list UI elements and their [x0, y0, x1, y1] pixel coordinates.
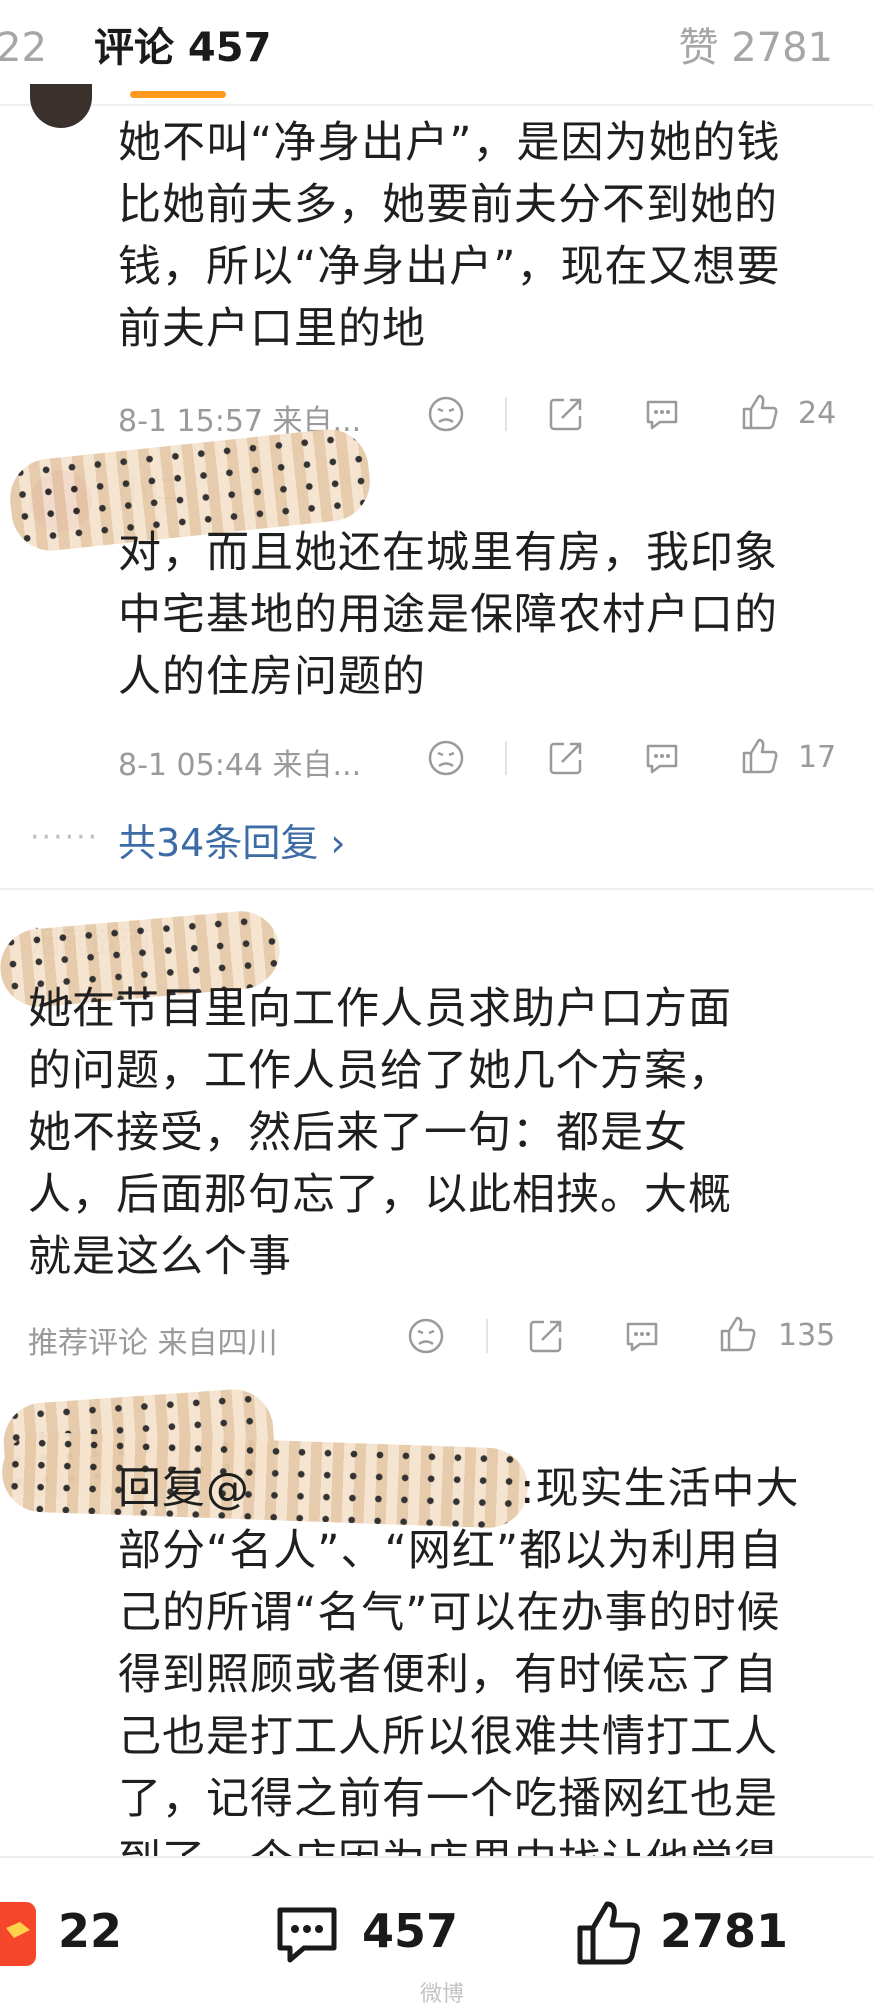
- tab-reposts[interactable]: 22: [0, 22, 47, 74]
- comment-line: 钱，所以“净身出户”，现在又想要: [118, 242, 781, 292]
- avatar[interactable]: [30, 84, 92, 128]
- repost-count: 22: [58, 1904, 123, 1958]
- like-icon[interactable]: [740, 392, 780, 432]
- comment-line: 到了一个店因为店里中找让他觉得: [118, 1830, 858, 1856]
- comment-count: 457: [362, 1904, 459, 1958]
- comment-icon[interactable]: [274, 1902, 340, 1968]
- comment-line: 了，记得之前有一个吃播网红也是: [118, 1774, 778, 1824]
- share-icon[interactable]: [546, 394, 586, 434]
- share-icon[interactable]: [526, 1316, 566, 1356]
- active-tab-indicator: [130, 91, 226, 98]
- dislike-icon[interactable]: [406, 1316, 446, 1356]
- watermark: 微博: [420, 1982, 465, 2007]
- reply-prefix: 回复@: [118, 1464, 250, 1514]
- bottom-action-bar: 22 457 2781 微博: [0, 1856, 873, 2009]
- comment-line: 对，而且她还在城里有房，我印象: [118, 528, 778, 578]
- repost-icon[interactable]: [0, 1898, 38, 1970]
- tab-comments[interactable]: 评论 457: [94, 22, 271, 74]
- comment-text: 对，而且她还在城里有房，我印象 中宅基地的用途是保障农村户口的 人的住房问题的: [118, 522, 858, 708]
- comment-line: 就是这么个事: [28, 1232, 292, 1282]
- comment-line: 人的住房问题的: [118, 652, 426, 702]
- comment-text: 她在节目里向工作人员求助户口方面 的问题，工作人员给了她几个方案， 她不接受，然…: [28, 978, 858, 1288]
- comment-line: 的问题，工作人员给了她几个方案，: [28, 1046, 732, 1096]
- comment-line: 回复@ :现实生活中大: [118, 1458, 858, 1520]
- divider: [486, 1319, 488, 1353]
- like-icon[interactable]: [740, 736, 780, 776]
- comment-line: 比她前夫多，她要前夫分不到她的: [118, 180, 778, 230]
- comment-line: 前夫户口里的地: [118, 304, 426, 354]
- reply-first-line: :现实生活中大: [520, 1464, 800, 1514]
- like-count: 2781: [660, 1904, 789, 1958]
- reply-icon[interactable]: [622, 1316, 662, 1356]
- comment-text: 她不叫“净身出户”，是因为她的钱 比她前夫多，她要前夫分不到她的 钱，所以“净身…: [118, 112, 858, 360]
- section-divider: [0, 888, 873, 890]
- comment-line: 人，后面那句忘了，以此相挟。大概: [28, 1170, 732, 1220]
- comment-line: 得到照顾或者便利，有时候忘了自: [118, 1650, 778, 1700]
- like-count: 135: [778, 1318, 836, 1353]
- like-icon[interactable]: [574, 1898, 644, 1968]
- reply-icon[interactable]: [642, 394, 682, 434]
- comment-tabs: 22 评论 457 赞 2781: [0, 0, 873, 106]
- comment-line: 她不接受，然后来了一句：都是女: [28, 1108, 688, 1158]
- comment-line: 中宅基地的用途是保障农村户口的: [118, 590, 778, 640]
- tab-likes[interactable]: 赞 2781: [678, 22, 833, 74]
- comment-line: 她不叫“净身出户”，是因为她的钱: [118, 118, 781, 168]
- view-replies-link[interactable]: 共34条回复 ›: [118, 812, 346, 867]
- comment-line: 部分“名人”、“网红”都以为利用自: [118, 1526, 784, 1576]
- share-icon[interactable]: [546, 738, 586, 778]
- dislike-icon[interactable]: [426, 738, 466, 778]
- like-count: 24: [798, 396, 837, 431]
- comment-line: 己的所谓“名气”可以在办事的时候: [118, 1588, 781, 1638]
- dislike-icon[interactable]: [426, 394, 466, 434]
- comment-line: 她在节目里向工作人员求助户口方面: [28, 984, 732, 1034]
- comment-meta: 推荐评论 来自四川: [28, 1326, 278, 1361]
- replies-indent-dots: ······: [30, 820, 100, 855]
- like-count: 17: [798, 740, 837, 775]
- comment-line: 己也是打工人所以很难共情打工人: [118, 1712, 778, 1762]
- divider: [505, 397, 507, 431]
- comment-text: 回复@ :现实生活中大 部分“名人”、“网红”都以为利用自 己的所谓“名气”可以在…: [118, 1458, 858, 1856]
- like-icon[interactable]: [718, 1314, 758, 1354]
- comment-meta: 8-1 05:44 来自...: [118, 748, 362, 783]
- divider: [505, 741, 507, 775]
- reply-icon[interactable]: [642, 738, 682, 778]
